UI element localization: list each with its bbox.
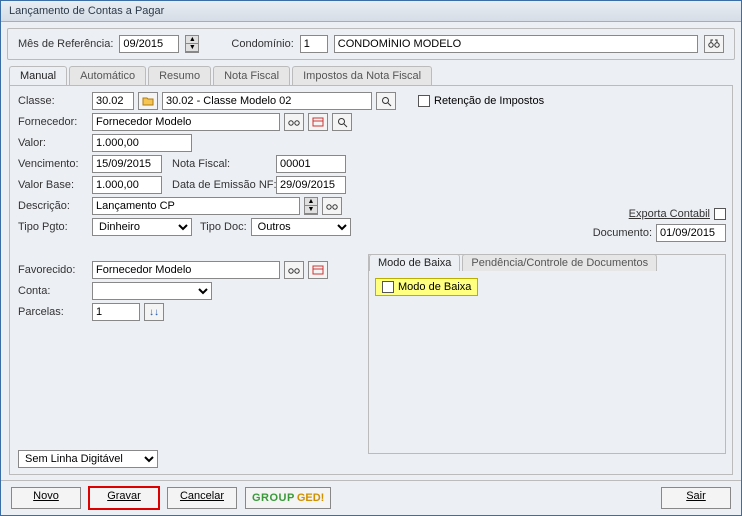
binoculars-favorecido-icon[interactable] (284, 261, 304, 279)
right-column: Exporta Contabil Documento: (593, 208, 726, 242)
reference-bar: Mês de Referência: ▲▼ Condomínio: (7, 28, 735, 60)
condominio-label: Condomínio: (231, 38, 293, 50)
tipo-doc-label: Tipo Doc: (200, 221, 247, 233)
descricao-label: Descrição: (18, 200, 88, 212)
gravar-button[interactable]: Gravar (89, 487, 159, 509)
mes-ref-spinner[interactable]: ▲▼ (185, 35, 199, 53)
condominio-num-input[interactable] (300, 35, 328, 53)
valor-base-label: Valor Base: (18, 179, 88, 191)
retencao-checkbox[interactable] (418, 95, 430, 107)
modo-baixa-label: Modo de Baixa (398, 281, 471, 293)
tipo-doc-select[interactable]: Outros (251, 218, 351, 236)
tipo-pgto-select[interactable]: Dinheiro (92, 218, 192, 236)
inner-panel: Modo de Baixa Pendência/Controle de Docu… (368, 254, 726, 454)
valor-label: Valor: (18, 137, 88, 149)
classe-desc-input[interactable] (162, 92, 372, 110)
documento-label: Documento: (593, 227, 652, 239)
emissao-input[interactable] (276, 176, 346, 194)
exporta-label: Exporta Contabil (629, 208, 710, 220)
mes-ref-input[interactable] (119, 35, 179, 53)
venc-input[interactable] (92, 155, 162, 173)
classe-code-input[interactable] (92, 92, 134, 110)
novo-button[interactable]: Novo (11, 487, 81, 509)
search-fornecedor-icon[interactable] (332, 113, 352, 131)
window-title: Lançamento de Contas a Pagar (9, 5, 164, 17)
nota-label: Nota Fiscal: (172, 158, 272, 170)
retencao-label: Retenção de Impostos (434, 95, 544, 107)
valor-input[interactable] (92, 134, 192, 152)
ged-label: GED! (297, 492, 325, 504)
venc-label: Vencimento: (18, 158, 88, 170)
tab-nota[interactable]: Nota Fiscal (213, 66, 290, 85)
exporta-checkbox[interactable] (714, 208, 726, 220)
condominio-nome-input[interactable] (334, 35, 698, 53)
card-favorecido-icon[interactable] (308, 261, 328, 279)
inner-tab-pendencia[interactable]: Pendência/Controle de Documentos (462, 254, 657, 271)
app-window: Lançamento de Contas a Pagar Mês de Refe… (0, 0, 742, 516)
conta-label: Conta: (18, 285, 88, 297)
tab-impostos[interactable]: Impostos da Nota Fiscal (292, 66, 432, 85)
binoculars-descricao-icon[interactable] (322, 197, 342, 215)
tab-manual[interactable]: Manual (9, 66, 67, 85)
fornecedor-label: Fornecedor: (18, 116, 88, 128)
valor-base-input[interactable] (92, 176, 162, 194)
card-fornecedor-icon[interactable] (308, 113, 328, 131)
binoculars-icon[interactable] (704, 35, 724, 53)
cancelar-button[interactable]: Cancelar (167, 487, 237, 509)
tab-resumo[interactable]: Resumo (148, 66, 211, 85)
favorecido-input[interactable] (92, 261, 280, 279)
bottom-bar: Novo Gravar Cancelar GROUP GED! Sair (1, 480, 741, 515)
ged-button[interactable]: GROUP GED! (245, 487, 331, 509)
tab-automatico[interactable]: Automático (69, 66, 146, 85)
modo-baixa-highlight[interactable]: Modo de Baixa (375, 278, 478, 296)
descricao-spinner[interactable]: ▲▼ (304, 197, 318, 215)
folder-open-icon[interactable] (138, 92, 158, 110)
parcelas-input[interactable] (92, 303, 140, 321)
mes-ref-label: Mês de Referência: (18, 38, 113, 50)
inner-tab-modo[interactable]: Modo de Baixa (369, 254, 460, 271)
fornecedor-input[interactable] (92, 113, 280, 131)
documento-input[interactable] (656, 224, 726, 242)
binoculars-fornecedor-icon[interactable] (284, 113, 304, 131)
tipo-pgto-label: Tipo Pgto: (18, 221, 88, 233)
tab-body: Classe: Retenção de Impostos Fornecedor: (9, 85, 733, 475)
digitavel-select[interactable]: Sem Linha Digitável (18, 450, 158, 468)
nota-input[interactable] (276, 155, 346, 173)
sair-button[interactable]: Sair (661, 487, 731, 509)
classe-label: Classe: (18, 95, 88, 107)
arrows-down-icon[interactable]: ↓↓ (144, 303, 164, 321)
title-bar: Lançamento de Contas a Pagar (1, 1, 741, 22)
main-tabs: Manual Automático Resumo Nota Fiscal Imp… (9, 66, 733, 85)
search-classe-icon[interactable] (376, 92, 396, 110)
modo-baixa-checkbox[interactable] (382, 281, 394, 293)
parcelas-label: Parcelas: (18, 306, 88, 318)
ged-group-label: GROUP (252, 492, 295, 504)
emissao-label: Data de Emissão NF: (172, 179, 272, 191)
favorecido-label: Favorecido: (18, 264, 88, 276)
descricao-input[interactable] (92, 197, 300, 215)
conta-select[interactable] (92, 282, 212, 300)
